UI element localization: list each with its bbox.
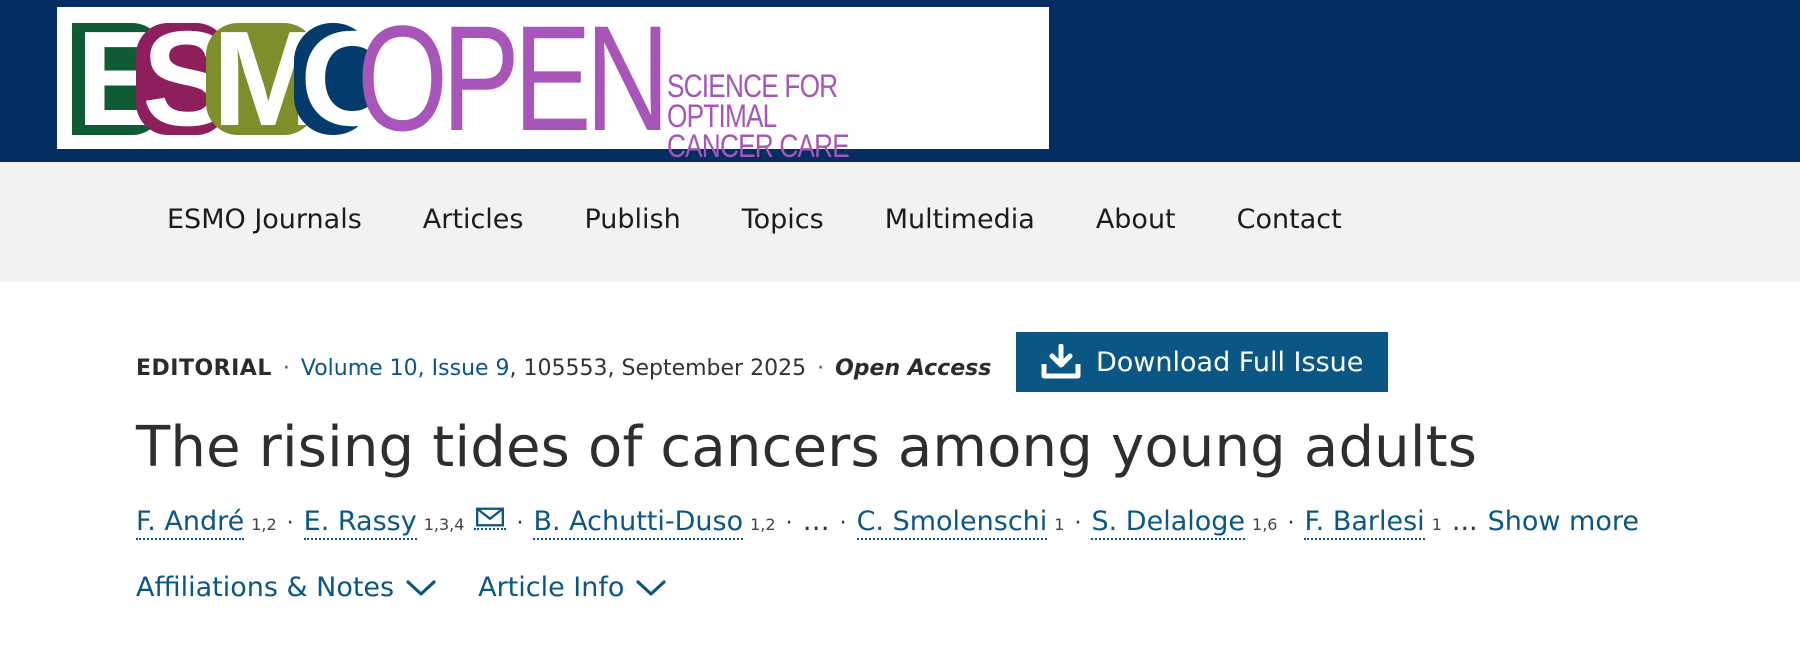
download-button-label: Download Full Issue <box>1096 346 1364 378</box>
open-wordmark: OPEN <box>357 0 670 162</box>
logo-tagline-line-1: SCIENCE FOR OPTIMAL <box>667 68 838 134</box>
article-meta: EDITORIAL · Volume 10, Issue 9 , 105553,… <box>136 351 991 385</box>
affiliations-notes-label: Affiliations & Notes <box>136 572 395 603</box>
show-more-authors-link[interactable]: Show more <box>1488 506 1639 537</box>
nav-item-multimedia[interactable]: Multimedia <box>885 200 1035 240</box>
author-affiliation-ref: 1,2 <box>750 515 776 534</box>
chevron-down-icon <box>636 579 667 596</box>
authors-list: F. André 1,2 · E. Rassy 1,3,4 · B. Achut… <box>136 506 1639 548</box>
article-type: EDITORIAL <box>136 355 272 381</box>
open-access-label: Open Access <box>835 355 992 381</box>
logo-tagline: SCIENCE FOR OPTIMAL CANCER CARE <box>667 68 938 164</box>
author-separator: · <box>516 511 524 536</box>
author-link[interactable]: S. Delaloge <box>1091 506 1246 540</box>
nav-item-articles[interactable]: Articles <box>423 200 524 240</box>
logo-tagline-line-2: CANCER CARE <box>667 128 850 164</box>
article-info-label: Article Info <box>478 572 625 603</box>
article-title: The rising tides of cancers among young … <box>136 415 1478 480</box>
author-separator: · <box>1074 511 1082 536</box>
authors-trailing-ellipsis: ... <box>1451 506 1478 537</box>
chevron-down-icon <box>406 579 436 596</box>
author-affiliation-ref: 1,2 <box>251 515 277 534</box>
nav-item-topics[interactable]: Topics <box>742 200 824 240</box>
main-nav: ESMO Journals Articles Publish Topics Mu… <box>0 162 1800 282</box>
nav-item-about[interactable]: About <box>1096 200 1176 240</box>
download-full-issue-button[interactable]: Download Full Issue <box>1016 332 1388 392</box>
email-icon[interactable] <box>474 506 507 530</box>
article-toggles: Affiliations & Notes Article Info <box>136 572 708 603</box>
nav-item-contact[interactable]: Contact <box>1237 200 1342 240</box>
author-separator: · <box>286 511 294 536</box>
author-separator: · <box>785 511 793 536</box>
author-link[interactable]: B. Achutti-Duso <box>533 506 744 540</box>
author-separator: · <box>839 511 847 536</box>
meta-separator: · <box>817 355 825 381</box>
author-link[interactable]: F. Barlesi <box>1304 506 1425 540</box>
esmo-wordmark: E S M O <box>72 11 405 146</box>
affiliations-notes-toggle[interactable]: Affiliations & Notes <box>136 572 436 603</box>
issue-details: , 105553, September 2025 <box>509 355 807 381</box>
author-link[interactable]: E. Rassy <box>303 506 417 540</box>
nav-item-publish[interactable]: Publish <box>584 200 680 240</box>
authors-ellipsis: … <box>802 506 830 537</box>
author-link[interactable]: F. André <box>136 506 245 540</box>
author-separator: · <box>1287 511 1295 536</box>
author-link[interactable]: C. Smolenschi <box>856 506 1048 540</box>
nav-item-esmo-journals[interactable]: ESMO Journals <box>167 200 362 240</box>
article-info-toggle[interactable]: Article Info <box>478 572 667 603</box>
meta-separator: · <box>282 355 290 381</box>
author-affiliation-ref: 1,3,4 <box>423 515 465 534</box>
esmo-open-logo[interactable]: E S M O OPEN SCIENCE FOR OPTIMAL CANCER … <box>57 0 1049 162</box>
nav-list: ESMO Journals Articles Publish Topics Mu… <box>167 200 1403 240</box>
author-affiliation-ref: 1 <box>1431 515 1442 534</box>
author-affiliation-ref: 1 <box>1054 515 1065 534</box>
download-icon <box>1041 344 1081 379</box>
site-header: E S M O OPEN SCIENCE FOR OPTIMAL CANCER … <box>0 0 1800 162</box>
issue-link[interactable]: Volume 10, Issue 9 <box>301 356 510 381</box>
author-affiliation-ref: 1,6 <box>1252 515 1278 534</box>
